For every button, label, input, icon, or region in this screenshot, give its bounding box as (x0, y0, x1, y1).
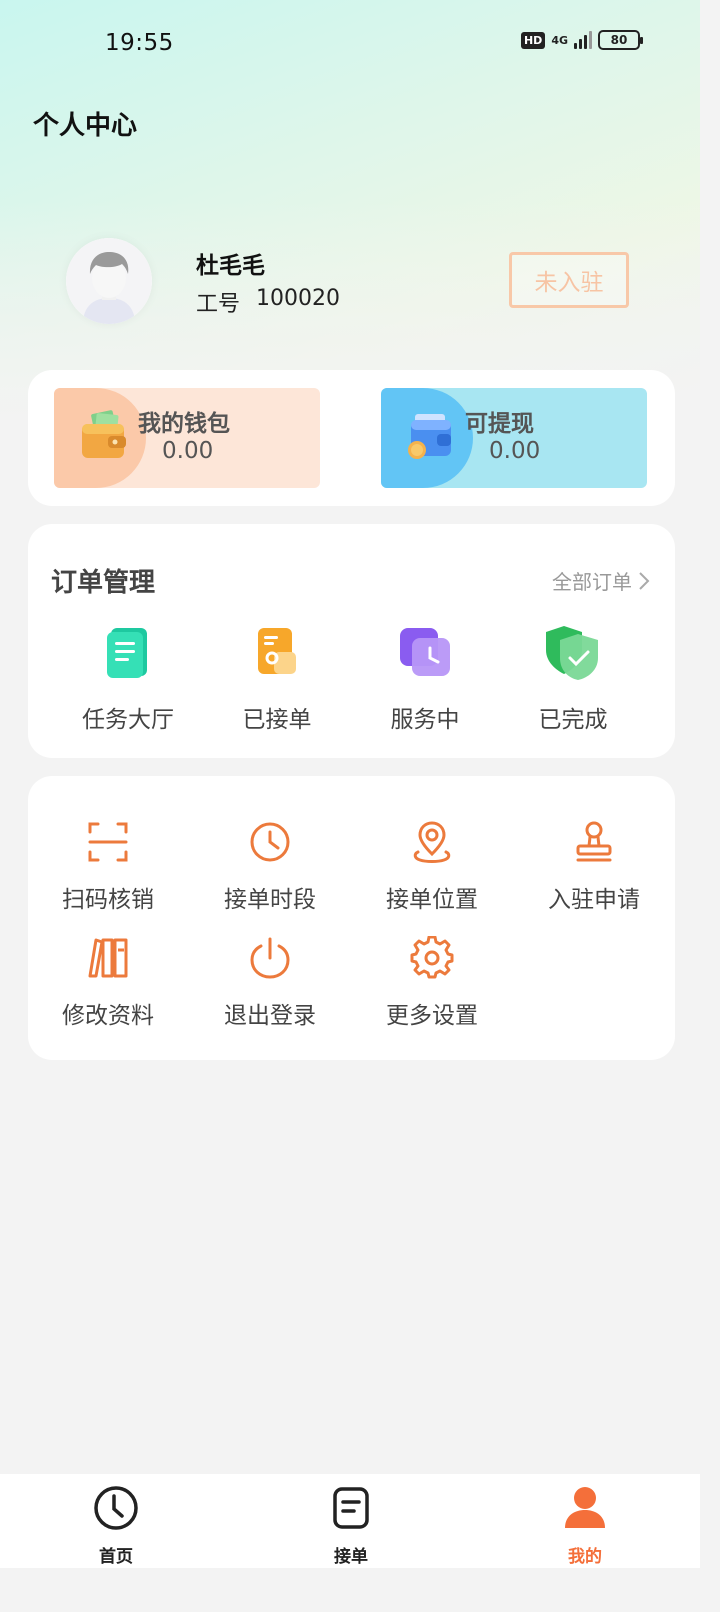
tool-label: 退出登录 (224, 1003, 316, 1029)
chevron-right-icon (639, 571, 650, 590)
user-id-value: 100020 (256, 286, 340, 311)
tool-order-time[interactable]: 接单时段 (190, 820, 350, 914)
user-name: 杜毛毛 (196, 253, 265, 279)
location-icon (413, 821, 451, 863)
completed-shield-icon (546, 626, 598, 680)
stamp-icon (576, 821, 612, 862)
tab-orders[interactable]: 接单 (296, 1484, 406, 1567)
user-id-label: 工号 (196, 292, 241, 317)
settle-status-button[interactable]: 未入驻 (509, 252, 629, 308)
order-item-in-service[interactable]: 服务中 (351, 622, 499, 734)
status-icons: HD 4G 80 (520, 30, 643, 50)
my-wallet-box[interactable]: 我的钱包 0.00 (54, 388, 320, 488)
clock-icon (250, 822, 290, 862)
tool-logout[interactable]: 退出登录 (190, 936, 350, 1030)
user-id: 工号 100020 (196, 286, 340, 318)
wallet-card: 我的钱包 0.00 可提现 0.00 (28, 370, 675, 506)
order-item-label: 已完成 (538, 707, 608, 733)
avatar[interactable] (66, 238, 152, 324)
withdrawable-value: 0.00 (489, 438, 541, 464)
order-item-task-hall[interactable]: 任务大厅 (54, 622, 202, 734)
task-hall-icon (107, 628, 147, 678)
order-item-label: 任务大厅 (82, 707, 174, 733)
tab-home-label: 首页 (99, 1547, 133, 1567)
all-orders-link[interactable]: 全部订单 (552, 566, 650, 595)
gear-icon (410, 935, 454, 979)
books-icon (88, 938, 128, 978)
tool-order-location[interactable]: 接单位置 (352, 820, 512, 914)
all-orders-label: 全部订单 (552, 570, 632, 594)
order-item-accepted[interactable]: 已接单 (203, 622, 351, 734)
tab-home[interactable]: 首页 (61, 1484, 171, 1567)
status-bar: 19:55 HD 4G 80 (0, 0, 700, 88)
tool-more-settings[interactable]: 更多设置 (352, 935, 512, 1030)
order-list-icon (333, 1487, 369, 1529)
tool-scan-verify[interactable]: 扫码核销 (28, 820, 188, 914)
tool-label: 扫码核销 (62, 887, 154, 913)
tab-mine[interactable]: 我的 (530, 1484, 640, 1567)
order-item-label: 已接单 (242, 707, 312, 733)
in-service-icon (400, 628, 450, 676)
tool-settle-apply[interactable]: 入驻申请 (514, 820, 674, 914)
tool-label: 更多设置 (386, 1003, 478, 1029)
battery-level: 80 (610, 33, 628, 47)
wallet-icon (82, 410, 126, 458)
tab-orders-label: 接单 (334, 1547, 368, 1567)
tool-label: 接单时段 (224, 887, 316, 913)
withdrawable-title: 可提现 (465, 411, 534, 437)
status-time: 19:55 (105, 30, 174, 56)
order-management-title: 订单管理 (51, 568, 156, 598)
my-wallet-value: 0.00 (162, 438, 214, 464)
tools-card: 扫码核销 接单时段 接单位置 入驻申请 修改资料 退出登录 更多设置 (28, 776, 675, 1060)
clock-home-icon (94, 1486, 138, 1530)
order-management-card: 订单管理 全部订单 任务大厅 已接单 服务中 已完成 (28, 524, 675, 758)
network-label: 4G (551, 33, 568, 47)
my-wallet-title: 我的钱包 (138, 411, 230, 437)
page-title: 个人中心 (33, 111, 138, 141)
tool-label: 修改资料 (62, 1003, 154, 1029)
withdrawable-box[interactable]: 可提现 0.00 (381, 388, 647, 488)
accepted-order-icon (258, 628, 296, 674)
person-icon (565, 1487, 605, 1528)
tool-edit-profile[interactable]: 修改资料 (28, 936, 188, 1030)
bottom-tab-bar: 首页 接单 我的 (0, 1474, 700, 1568)
order-item-label: 服务中 (390, 707, 460, 733)
scan-icon (88, 822, 128, 862)
hd-badge: HD (520, 31, 546, 49)
withdraw-wallet-icon (408, 414, 451, 459)
tool-label: 接单位置 (386, 887, 478, 913)
tab-mine-label: 我的 (568, 1547, 602, 1567)
tool-label: 入驻申请 (548, 887, 640, 913)
signal-icon (574, 31, 592, 49)
power-icon (250, 937, 290, 979)
order-item-completed[interactable]: 已完成 (499, 622, 647, 734)
person-avatar-icon (66, 238, 152, 324)
battery-icon: 80 (598, 30, 643, 50)
